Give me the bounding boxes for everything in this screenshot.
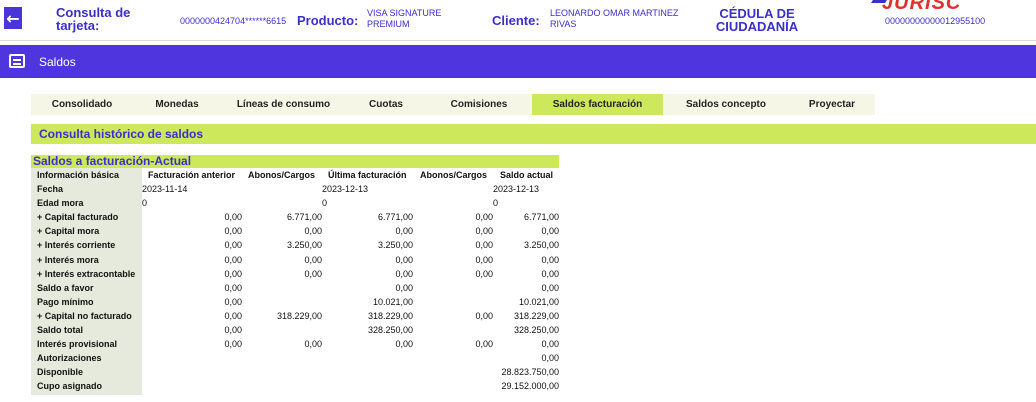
table-cell: 0,00 [304, 339, 322, 349]
tab-lineas-consumo[interactable]: Líneas de consumo [221, 94, 346, 115]
product-label: Producto: [297, 13, 359, 28]
row-label: Fecha [37, 184, 64, 194]
table-cell: 6.771,00 [523, 212, 559, 222]
id-type: CÉDULA DE CIUDADANÍA [715, 6, 799, 34]
table-cell: 318.229,00 [367, 311, 413, 321]
table-cell: 0,00 [395, 339, 413, 349]
table-cell: 0 [322, 198, 328, 208]
arrow-left-icon: ← [6, 8, 20, 28]
table-title: Saldos a facturación-Actual [33, 154, 192, 168]
table-cell: 0,00 [475, 212, 493, 222]
table-cell: 0,00 [395, 269, 413, 279]
table-cell: 0,00 [224, 283, 242, 293]
header-info-basica: Información básica [37, 170, 120, 180]
client-value: LEONARDO OMAR MARTINEZ RIVAS [550, 8, 679, 29]
row-label: Pago mínimo [37, 297, 94, 307]
table-cell: 0,00 [475, 269, 493, 279]
table-cell: 3.250,00 [523, 240, 559, 250]
table-cell: 0,00 [541, 353, 559, 363]
table-cell: 6.771,00 [377, 212, 413, 222]
row-label: Saldo a favor [37, 283, 94, 293]
section-bar [0, 45, 1036, 78]
table-cell: 6.771,00 [286, 212, 322, 222]
client-label: Cliente: [492, 13, 540, 28]
table-cell: 3.250,00 [286, 240, 322, 250]
table-cell: 0,00 [224, 311, 242, 321]
tab-cuotas[interactable]: Cuotas [346, 94, 426, 115]
tab-monedas[interactable]: Monedas [133, 94, 221, 115]
row-label: Edad mora [37, 198, 84, 208]
table-cell: 0 [493, 198, 499, 208]
menu-icon[interactable] [9, 54, 25, 68]
row-label: + Capital facturado [37, 212, 119, 222]
table-cell: 2023-11-14 [142, 184, 188, 194]
header-ultima-facturacion: Última facturación [328, 170, 407, 180]
id-number: 00000000000012955100 [885, 16, 986, 26]
card-number: 0000000424704******6615 [180, 16, 287, 26]
back-button[interactable]: ← [4, 7, 22, 29]
table-cell: 0,00 [475, 339, 493, 349]
table-cell: 0,00 [224, 325, 242, 335]
table-cell: 0,00 [224, 269, 242, 279]
row-label: + Capital mora [37, 226, 100, 236]
table-cell: 10.021,00 [518, 297, 559, 307]
tab-comisiones[interactable]: Comisiones [426, 94, 532, 115]
table-cell: 0,00 [541, 339, 559, 349]
table-cell: 0,00 [224, 339, 242, 349]
table-cell: 0,00 [395, 226, 413, 236]
table-cell: 2023-12-13 [322, 184, 369, 194]
table-cell: 0,00 [395, 283, 413, 293]
header-abonos-cargos-1: Abonos/Cargos [248, 170, 316, 180]
logo: JURISC [882, 0, 962, 14]
tab-consolidado[interactable]: Consolidado [31, 94, 133, 115]
table-cell: 0,00 [541, 283, 559, 293]
row-label: Saldo total [37, 325, 84, 335]
table-cell: 0,00 [224, 240, 242, 250]
table-cell: 0,00 [224, 212, 242, 222]
table-cell: 29.152.000,00 [501, 381, 559, 391]
table-cell: 0,00 [475, 255, 493, 265]
table-cell: 0,00 [475, 226, 493, 236]
table-cell: 0,00 [304, 226, 322, 236]
table-cell: 3.250,00 [377, 240, 413, 250]
table-cell: 2023-12-13 [493, 184, 540, 194]
header-facturacion-anterior: Facturación anterior [148, 170, 236, 180]
table-cell: 328.250,00 [367, 325, 413, 335]
table-cell: 0,00 [475, 311, 493, 321]
table-cell: 0,00 [475, 240, 493, 250]
table-cell: 0,00 [224, 255, 242, 265]
table-cell: 28.823.750,00 [501, 367, 559, 377]
table-cell: 0,00 [541, 255, 559, 265]
table-cell: 318.229,00 [513, 311, 559, 321]
product-value: VISA SIGNATURE PREMIUM [367, 8, 442, 29]
header-saldo-actual: Saldo actual [500, 170, 554, 180]
row-label: + Interés corriente [37, 240, 116, 250]
tab-proyectar[interactable]: Proyectar [789, 94, 875, 115]
table-cell: 0 [142, 198, 148, 208]
header-abonos-cargos-2: Abonos/Cargos [420, 170, 488, 180]
row-label: Disponible [37, 367, 84, 377]
history-title: Consulta histórico de saldos [39, 127, 204, 141]
row-label: + Interés mora [37, 255, 99, 265]
table-cell: 328.250,00 [513, 325, 559, 335]
table-cell: 0,00 [395, 255, 413, 265]
table-cell: 0,00 [224, 297, 242, 307]
table-cell: 0,00 [304, 255, 322, 265]
table-cell: 0,00 [541, 226, 559, 236]
table-cell: 10.021,00 [372, 297, 413, 307]
section-title: Saldos [39, 55, 76, 69]
row-label: + Interés extracontable [37, 269, 136, 279]
row-label: Interés provisional [37, 339, 118, 349]
row-label: + Capital no facturado [37, 311, 132, 321]
table-cell: 0,00 [541, 269, 559, 279]
table-cell: 318.229,00 [276, 311, 322, 321]
tab-saldos-concepto[interactable]: Saldos concepto [663, 94, 789, 115]
card-label: Consulta de tarjeta: [56, 5, 131, 33]
table-cell: 0,00 [304, 269, 322, 279]
tab-bar: Consolidado Monedas Líneas de consumo Cu… [31, 94, 875, 115]
row-label: Cupo asignado [37, 381, 102, 391]
tab-saldos-facturacion[interactable]: Saldos facturación [532, 94, 663, 115]
row-label: Autorizaciones [37, 353, 102, 363]
table-cell: 0,00 [224, 226, 242, 236]
